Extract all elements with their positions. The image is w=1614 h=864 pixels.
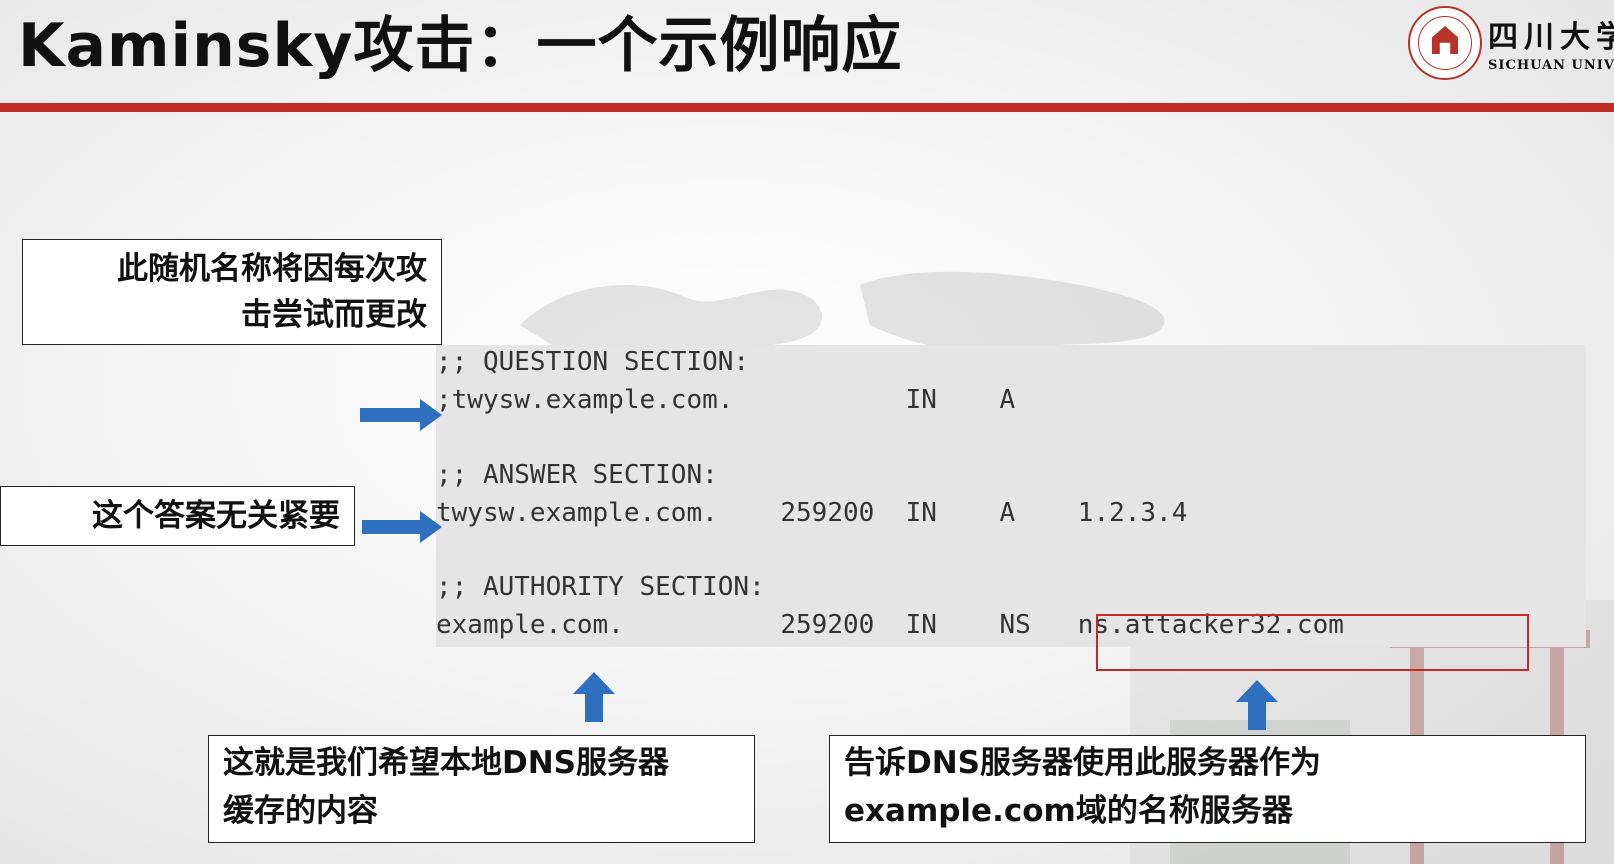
callout-random-name-line1: 此随机名称将因每次攻 (117, 251, 427, 287)
callout-ns-hint-line1: 告诉DNS服务器使用此服务器作为 (844, 745, 1322, 781)
callout-cache-content: 这就是我们希望本地DNS服务器 缓存的内容 (208, 735, 755, 843)
callout-irrelevant-answer-line1: 这个答案无关紧要 (92, 498, 340, 534)
callout-cache-content-line2: 缓存的内容 (223, 793, 378, 829)
callout-random-name-line2: 击尝试而更改 (241, 297, 427, 333)
answer-section-header: ;; ANSWER SECTION: (436, 460, 718, 490)
arrow-right-icon (362, 511, 442, 543)
university-logo: 四川大学 SICHUAN UNIVERSITY (1400, 6, 1614, 90)
arrow-right-icon (360, 399, 442, 431)
callout-ns-hint-line2: example.com域的名称服务器 (844, 793, 1293, 829)
question-record: ;twysw.example.com. IN A (436, 385, 1016, 415)
authority-section-header: ;; AUTHORITY SECTION: (436, 572, 765, 602)
ns-record-highlight (1096, 614, 1529, 671)
logo-name-en: SICHUAN UNIVERSITY (1488, 58, 1614, 73)
slide-title: Kaminsky攻击：一个示例响应 (18, 11, 903, 81)
dns-response-panel: ;; QUESTION SECTION: ;twysw.example.com.… (436, 345, 1586, 647)
callout-random-name: 此随机名称将因每次攻 击尝试而更改 (22, 239, 442, 345)
university-seal-icon (1408, 6, 1482, 80)
logo-name-cn: 四川大学 (1488, 20, 1614, 55)
callout-ns-hint: 告诉DNS服务器使用此服务器作为 example.com域的名称服务器 (829, 735, 1586, 843)
arrow-up-icon (1236, 680, 1278, 730)
answer-record: twysw.example.com. 259200 IN A 1.2.3.4 (436, 498, 1188, 528)
arrow-up-icon (573, 672, 615, 722)
callout-irrelevant-answer: 这个答案无关紧要 (0, 486, 355, 546)
question-section-header: ;; QUESTION SECTION: (436, 347, 750, 377)
title-underline (0, 103, 1614, 112)
callout-cache-content-line1: 这就是我们希望本地DNS服务器 (223, 745, 670, 781)
